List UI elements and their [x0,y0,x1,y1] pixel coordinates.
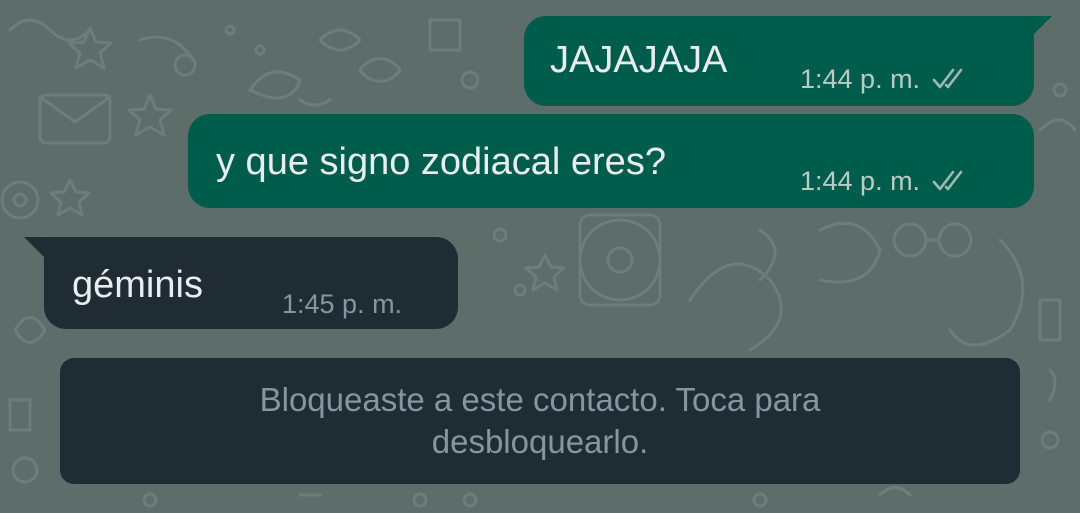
message-bubble-incoming[interactable]: géminis 1:45 p. m. [24,237,458,329]
message-time: 1:44 p. m. [800,64,921,94]
double-check-icon [932,68,963,89]
bubble-tail [24,237,46,259]
message-bubble-outgoing[interactable]: JAJAJAJA 1:44 p. m. [524,16,1052,106]
message-text: JAJAJAJA [550,39,728,81]
message-text: y que signo zodiacal eres? [216,141,666,183]
blocked-notice-text: Bloqueaste a este contacto. Toca para de… [259,381,821,460]
message-time: 1:44 p. m. [800,166,921,196]
blocked-contact-notice[interactable]: Bloqueaste a este contacto. Toca para de… [60,358,1020,484]
message-meta: 1:45 p. m. [282,289,402,319]
message-time: 1:45 p. m. [282,289,403,319]
message-bubble-outgoing[interactable]: y que signo zodiacal eres? 1:44 p. m. [188,114,1034,208]
bubble-tail [1030,16,1052,38]
message-meta: 1:44 p. m. [800,64,970,94]
message-meta: 1:44 p. m. [800,166,970,196]
double-check-icon [932,170,963,191]
message-text: géminis [72,264,203,306]
